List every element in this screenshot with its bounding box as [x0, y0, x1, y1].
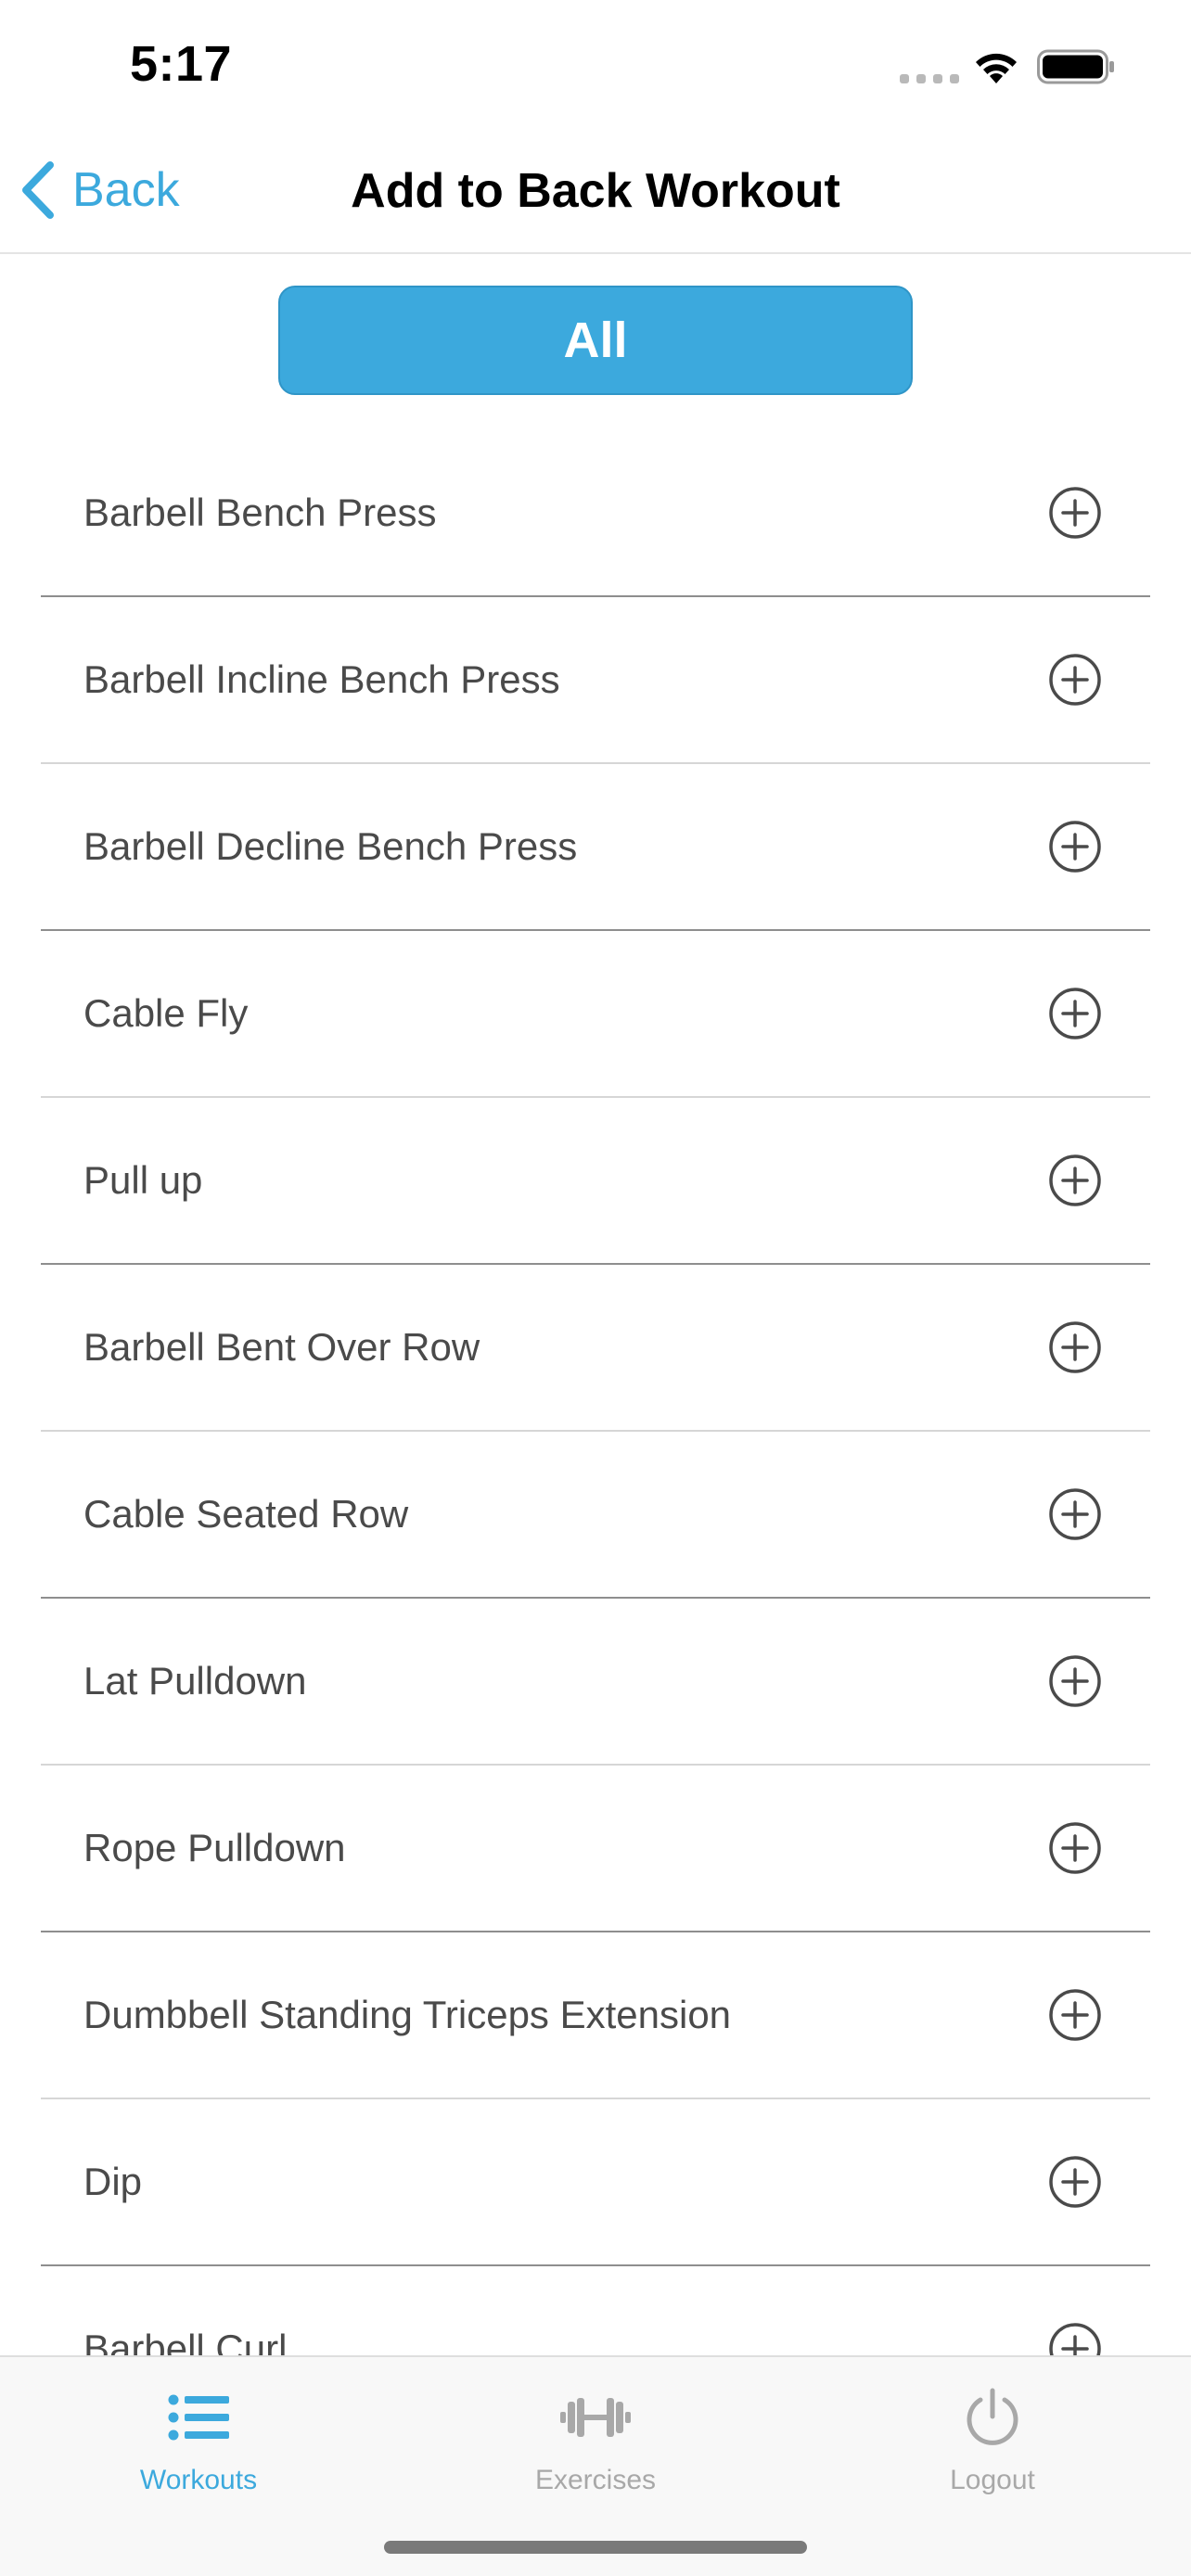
screen: 5:17 Back Add to Back Workout All Barbel…: [0, 0, 1191, 2576]
list-item[interactable]: Cable Seated Row: [41, 1432, 1150, 1599]
exercise-name: Lat Pulldown: [83, 1659, 307, 1702]
exercise-name: Cable Seated Row: [83, 1492, 409, 1536]
plus-circle-icon[interactable]: [1048, 987, 1102, 1040]
plus-circle-icon[interactable]: [1048, 653, 1102, 707]
plus-circle-icon[interactable]: [1048, 1487, 1102, 1541]
exercise-name: Cable Fly: [83, 991, 249, 1035]
list-item[interactable]: Dumbbell Standing Triceps Extension: [41, 1932, 1150, 2099]
navigation-bar: Back Add to Back Workout: [0, 130, 1191, 254]
power-icon: [955, 2385, 1030, 2450]
exercise-name: Barbell Bent Over Row: [83, 1325, 480, 1369]
exercise-name: Dumbbell Standing Triceps Extension: [83, 1993, 732, 2036]
list-item[interactable]: Lat Pulldown: [41, 1599, 1150, 1766]
exercise-name: Barbell Decline Bench Press: [83, 824, 578, 868]
status-time: 5:17: [130, 36, 233, 92]
exercise-list: Barbell Bench Press Barbell Incline Benc…: [41, 430, 1150, 2355]
status-bar: 5:17: [0, 0, 1191, 130]
cellular-signal-icon: [900, 74, 959, 85]
dumbbell-icon: [558, 2385, 633, 2450]
plus-circle-icon[interactable]: [1048, 2155, 1102, 2209]
list-item[interactable]: Dip: [41, 2099, 1150, 2266]
list-item[interactable]: Barbell Bent Over Row: [41, 1265, 1150, 1432]
exercise-name: Pull up: [83, 1158, 203, 1202]
plus-circle-icon[interactable]: [1048, 820, 1102, 874]
exercise-name: Barbell Curl: [83, 2327, 288, 2355]
battery-icon: [1037, 49, 1114, 84]
home-indicator: [384, 2541, 807, 2554]
back-button[interactable]: Back: [19, 158, 180, 223]
tab-workouts-label: Workouts: [139, 2465, 258, 2495]
list-item[interactable]: Cable Fly: [41, 931, 1150, 1098]
wifi-icon: [976, 53, 1017, 83]
filter-all-button[interactable]: All: [278, 286, 913, 395]
list-item[interactable]: Barbell Bench Press: [41, 430, 1150, 597]
back-label: Back: [72, 163, 180, 217]
plus-circle-icon[interactable]: [1048, 1154, 1102, 1207]
chevron-left-icon: [22, 161, 54, 219]
plus-circle-icon[interactable]: [1048, 2322, 1102, 2355]
tab-logout-label: Logout: [950, 2465, 1035, 2495]
plus-circle-icon[interactable]: [1048, 1821, 1102, 1875]
plus-circle-icon[interactable]: [1048, 1320, 1102, 1374]
list-item[interactable]: Barbell Curl: [41, 2266, 1150, 2355]
tab-exercises[interactable]: Exercises: [397, 2357, 794, 2543]
exercise-name: Barbell Incline Bench Press: [83, 657, 560, 701]
list-item[interactable]: Pull up: [41, 1098, 1150, 1265]
plus-circle-icon[interactable]: [1048, 486, 1102, 540]
exercise-name: Dip: [83, 2160, 143, 2203]
list-icon: [161, 2385, 236, 2450]
list-item[interactable]: Barbell Incline Bench Press: [41, 597, 1150, 764]
filter-all-label: All: [563, 312, 628, 368]
exercise-name: Rope Pulldown: [83, 1826, 346, 1869]
tab-workouts[interactable]: Workouts: [0, 2357, 397, 2543]
tab-exercises-label: Exercises: [534, 2465, 657, 2495]
list-item[interactable]: Barbell Decline Bench Press: [41, 764, 1150, 931]
plus-circle-icon[interactable]: [1048, 1654, 1102, 1708]
tab-logout[interactable]: Logout: [794, 2357, 1191, 2543]
list-item[interactable]: Rope Pulldown: [41, 1766, 1150, 1932]
plus-circle-icon[interactable]: [1048, 1988, 1102, 2042]
exercise-name: Barbell Bench Press: [83, 491, 437, 534]
